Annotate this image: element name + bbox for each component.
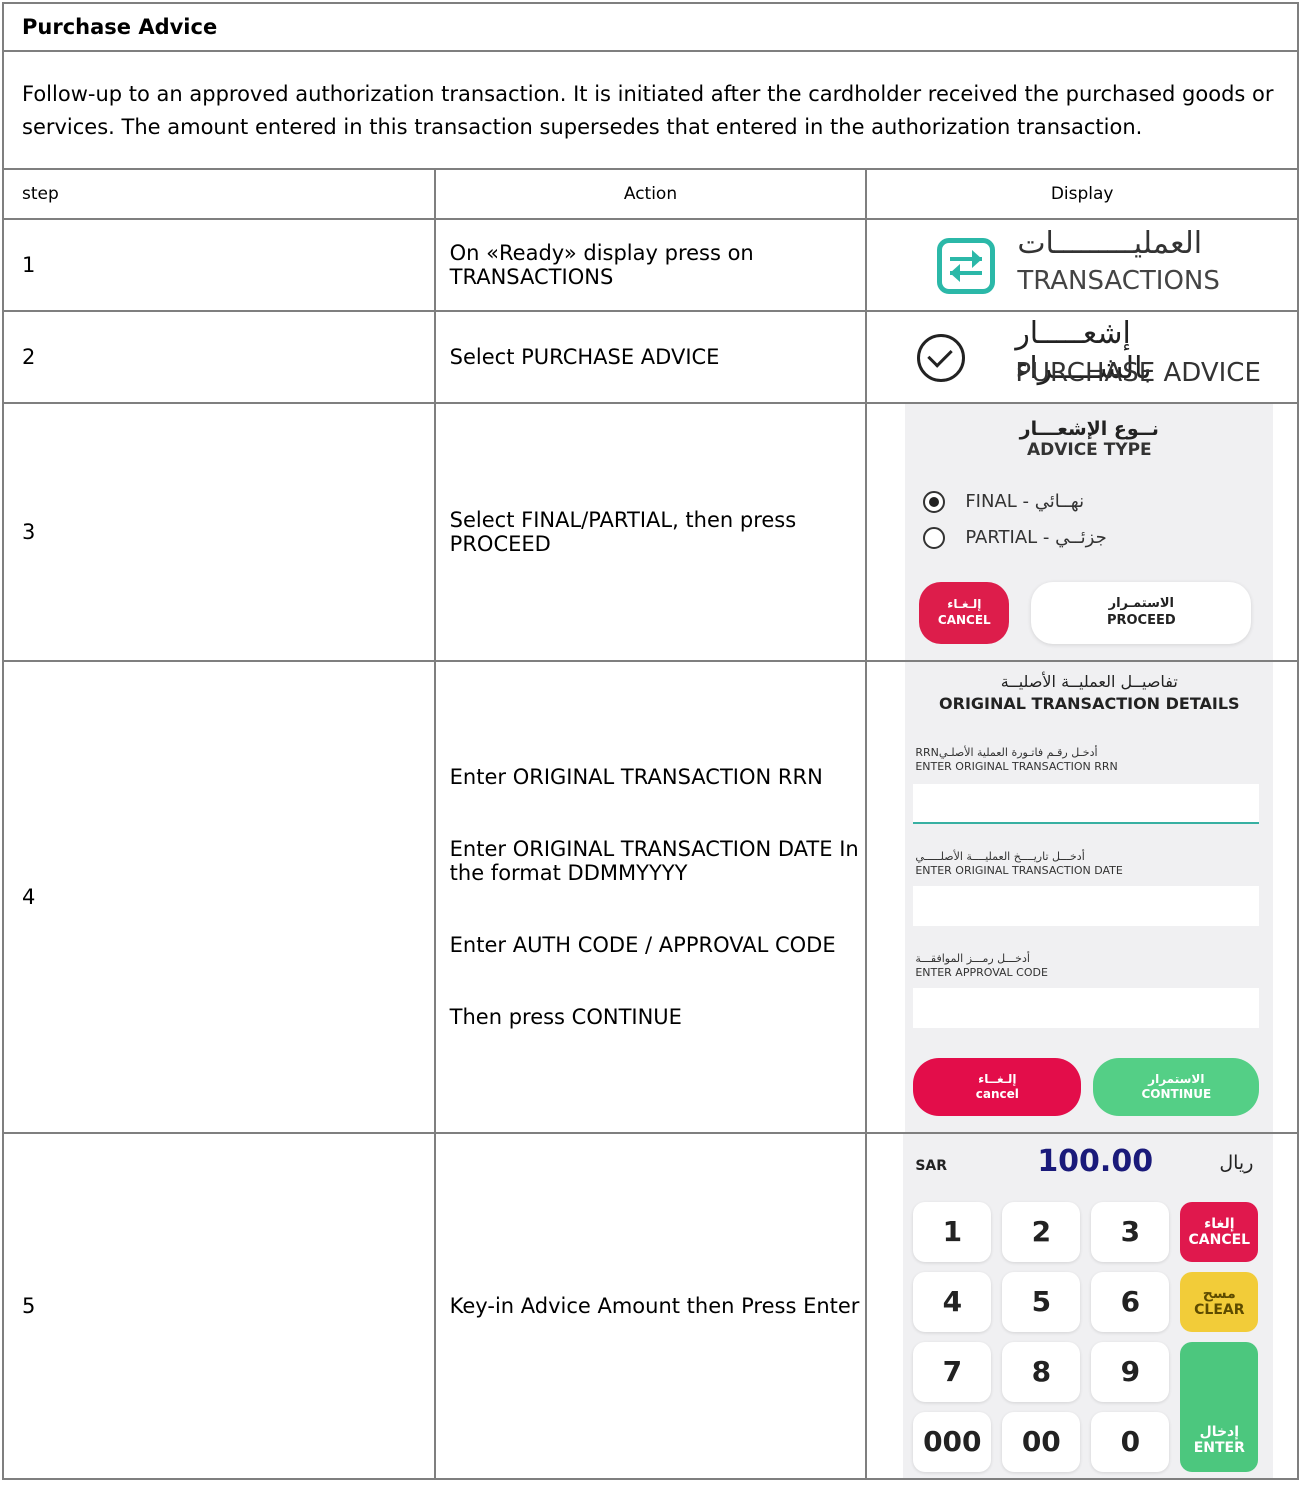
cancel-button[interactable]: إلـغــاء cancel: [913, 1058, 1082, 1116]
keypad-enter-en: ENTER: [1193, 1440, 1245, 1456]
cancel-label-en: CANCEL: [937, 613, 991, 627]
approval-label-ar: أدخـــل رمـــز الموافقـــة: [915, 952, 1030, 965]
key-4[interactable]: 4: [913, 1272, 992, 1332]
key-3[interactable]: 3: [1091, 1202, 1170, 1262]
table-row: 1 On «Ready» display press on TRANSACTIO…: [2, 218, 1299, 312]
keypad-cancel-en: CANCEL: [1188, 1232, 1251, 1248]
step-action-line: Enter ORIGINAL TRANSACTION DATE In the f…: [449, 837, 859, 885]
original-details-screen: تفاصيــل العمليــة الأصليــة ORIGINAL TR…: [905, 662, 1274, 1132]
table-row: 5 Key-in Advice Amount then Press Enter …: [2, 1132, 1299, 1480]
transactions-label-en: TRANSACTIONS: [1017, 266, 1220, 296]
approval-code-input[interactable]: [913, 988, 1260, 1028]
advice-type-screen: نــوع الإشعـــار ADVICE TYPE FINAL - نهـ…: [905, 404, 1274, 660]
step-action: On «Ready» display press on TRANSACTIONS: [433, 218, 868, 312]
display-purchase-advice: إشعـــــار بالشـــــراء PURCHASE ADVICE: [865, 310, 1299, 404]
final-option-label: FINAL - نهــائي: [965, 491, 1085, 512]
step-action: Select PURCHASE ADVICE: [433, 310, 868, 404]
proceed-button[interactable]: الاستمـرار PROCEED: [1031, 582, 1252, 644]
proceed-label-en: PROCEED: [1106, 613, 1176, 628]
step-number: 2: [2, 310, 436, 404]
keypad-clear-ar: مسح: [1202, 1286, 1236, 1302]
table-row: 2 Select PURCHASE ADVICE إشعـــــار بالش…: [2, 310, 1299, 404]
cancel-button[interactable]: إلـغـاء CANCEL: [919, 582, 1010, 644]
display-original-details: تفاصيــل العمليــة الأصليــة ORIGINAL TR…: [865, 660, 1299, 1134]
table-row: 3 Select FINAL/PARTIAL, then press PROCE…: [2, 402, 1299, 662]
table-title: Purchase Advice: [2, 2, 1299, 52]
keypad-clear-button[interactable]: مسح CLEAR: [1180, 1272, 1259, 1332]
step-action: Key-in Advice Amount then Press Enter: [433, 1132, 868, 1480]
header-step: step: [2, 168, 436, 220]
header-action: Action: [433, 168, 868, 220]
amount-display: 100.00: [1037, 1144, 1154, 1179]
purchase-advice-label-en: PURCHASE ADVICE: [1015, 358, 1261, 388]
currency-ar: ريال: [1219, 1152, 1254, 1174]
key-00[interactable]: 00: [1002, 1412, 1081, 1472]
amount-keypad-screen: SAR 100.00 ريال 1 2 3 إلغاء CANCEL 4 5 6…: [903, 1134, 1274, 1478]
key-9[interactable]: 9: [1091, 1342, 1170, 1402]
cancel-label-ar: إلـغـاء: [947, 597, 982, 611]
step-number: 1: [2, 218, 436, 312]
keypad-cancel-button[interactable]: إلغاء CANCEL: [1180, 1202, 1259, 1262]
cancel-label-en: cancel: [975, 1087, 1019, 1101]
partial-option-label: PARTIAL - جزئــي: [965, 527, 1107, 548]
keypad-enter-ar: إدخال: [1199, 1424, 1240, 1440]
keypad-cancel-ar: إلغاء: [1204, 1216, 1235, 1232]
date-input[interactable]: [913, 886, 1260, 926]
date-label-en: ENTER ORIGINAL TRANSACTION DATE: [915, 864, 1123, 877]
step-action-line: Enter AUTH CODE / APPROVAL CODE: [449, 933, 836, 957]
transactions-label-ar: العمليـــــــــات: [1017, 226, 1203, 261]
table-description: Follow-up to an approved authorization t…: [2, 50, 1299, 170]
proceed-label-ar: الاستمـرار: [1108, 596, 1175, 611]
step-action-line: Then press CONTINUE: [449, 1005, 682, 1029]
step-actions: Enter ORIGINAL TRANSACTION RRN Enter ORI…: [433, 660, 868, 1134]
date-label-ar: أدخـــل تاريــــخ العمليــــة الأصلـــــ…: [915, 850, 1085, 863]
partial-radio[interactable]: [923, 527, 946, 549]
keypad-clear-en: CLEAR: [1194, 1302, 1245, 1318]
key-5[interactable]: 5: [1002, 1272, 1081, 1332]
rrn-input[interactable]: [913, 784, 1260, 824]
original-details-title-ar: تفاصيــل العمليــة الأصليــة: [1000, 672, 1178, 691]
continue-label-ar: الاستمرار: [1148, 1072, 1205, 1086]
document-page: Purchase Advice Follow-up to an approved…: [0, 0, 1303, 1488]
rrn-label-en: ENTER ORIGINAL TRANSACTION RRN: [915, 760, 1118, 773]
step-number: 4: [2, 660, 436, 1134]
table-row: 4 Enter ORIGINAL TRANSACTION RRN Enter O…: [2, 660, 1299, 1134]
cancel-label-ar: إلـغــاء: [978, 1072, 1017, 1086]
approval-label-en: ENTER APPROVAL CODE: [915, 966, 1048, 979]
keypad-enter-button[interactable]: إدخال ENTER: [1180, 1342, 1259, 1472]
final-radio[interactable]: [923, 491, 946, 513]
continue-label-en: CONTINUE: [1141, 1087, 1212, 1101]
advice-type-title-ar: نــوع الإشعـــار: [1019, 418, 1159, 440]
title-row: Purchase Advice: [2, 2, 1299, 52]
key-0[interactable]: 0: [1091, 1412, 1170, 1472]
key-8[interactable]: 8: [1002, 1342, 1081, 1402]
header-row: step Action Display: [2, 168, 1299, 220]
check-circle-icon: [917, 334, 966, 382]
continue-button[interactable]: الاستمرار CONTINUE: [1093, 1058, 1260, 1116]
display-advice-type: نــوع الإشعـــار ADVICE TYPE FINAL - نهـ…: [865, 402, 1299, 662]
rrn-label-ar: أدخـل رقـم فاتـورة العملية الأصلـيRRN: [915, 746, 1098, 759]
step-action: Select FINAL/PARTIAL, then press PROCEED: [433, 402, 868, 662]
description-row: Follow-up to an approved authorization t…: [2, 50, 1299, 170]
key-6[interactable]: 6: [1091, 1272, 1170, 1332]
key-000[interactable]: 000: [913, 1412, 992, 1472]
display-amount-keypad: SAR 100.00 ريال 1 2 3 إلغاء CANCEL 4 5 6…: [865, 1132, 1299, 1480]
advice-type-title-en: ADVICE TYPE: [1026, 440, 1152, 460]
header-display: Display: [865, 168, 1299, 220]
procedure-table: Purchase Advice Follow-up to an approved…: [2, 2, 1299, 1480]
key-1[interactable]: 1: [913, 1202, 992, 1262]
key-7[interactable]: 7: [913, 1342, 992, 1402]
step-number: 5: [2, 1132, 436, 1480]
step-number: 3: [2, 402, 436, 662]
step-action-line: Enter ORIGINAL TRANSACTION RRN: [449, 765, 823, 789]
transactions-icon: [937, 238, 996, 294]
currency-code: SAR: [915, 1158, 948, 1174]
display-transactions: العمليـــــــــات TRANSACTIONS: [865, 218, 1299, 312]
original-details-title-en: ORIGINAL TRANSACTION DETAILS: [939, 694, 1240, 713]
key-2[interactable]: 2: [1002, 1202, 1081, 1262]
